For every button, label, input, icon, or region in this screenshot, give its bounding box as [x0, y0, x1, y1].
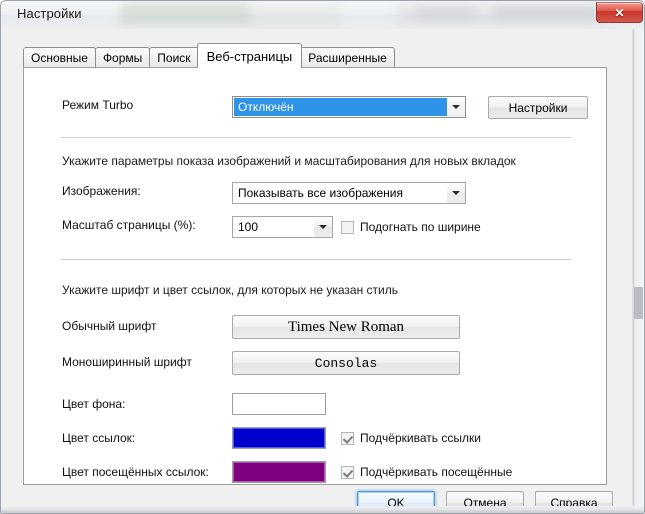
zoom-row: Масштаб страницы (%):	[62, 218, 196, 232]
tab-label: Формы	[102, 51, 143, 65]
turbo-mode-combobox[interactable]: Отключён	[232, 96, 466, 118]
window-title: Настройки	[17, 6, 82, 21]
close-button[interactable]: ✕	[596, 2, 643, 23]
window-bottom-edge	[1, 506, 644, 513]
background-color-swatch[interactable]	[232, 393, 326, 415]
visited-color-swatch[interactable]	[232, 461, 326, 483]
title-bar[interactable]: Настройки ✕	[1, 1, 644, 29]
close-icon: ✕	[614, 5, 625, 20]
separator-line-2	[61, 259, 571, 260]
normal-font-value: Times New Roman	[287, 318, 405, 335]
checkbox-check-icon	[341, 431, 354, 445]
tab-label: Веб-страницы	[206, 48, 293, 64]
turbo-mode-dropdown-button[interactable]	[447, 97, 465, 117]
turbo-settings-button[interactable]: Настройки	[488, 96, 588, 119]
title-bar-background	[1, 1, 644, 29]
checkbox-check-icon	[341, 465, 354, 479]
mono-font-value: Consolas	[314, 355, 378, 371]
mono-font-button[interactable]: Consolas	[232, 351, 460, 375]
tab-poisk[interactable]: Поиск	[149, 47, 199, 68]
link-color-label: Цвет ссылок:	[62, 431, 136, 445]
turbo-row: Режим Turbo	[62, 98, 254, 112]
page-zoom-value: 100	[238, 220, 259, 234]
turbo-settings-button-label: Настройки	[508, 100, 568, 115]
tab-osnovnye[interactable]: Основные	[23, 47, 96, 68]
link-color-swatch[interactable]	[232, 427, 326, 449]
mono-font-label: Моноширинный шрифт	[62, 355, 192, 369]
page-zoom-dropdown-button[interactable]	[314, 217, 332, 237]
chevron-down-icon	[452, 105, 460, 109]
normal-font-button[interactable]: Times New Roman	[232, 315, 460, 339]
visited-color-label: Цвет посещённых ссылок:	[62, 465, 209, 479]
tab-formy[interactable]: Формы	[94, 47, 151, 68]
fonts-section-note: Укажите шрифт и цвет ссылок, для которых…	[62, 283, 398, 297]
fit-to-width-checkbox[interactable]: Подогнать по ширине	[341, 220, 481, 234]
tab-label: Поиск	[157, 51, 191, 65]
images-value: Показывать все изображения	[238, 186, 403, 200]
normal-font-row: Обычный шрифт	[62, 319, 156, 333]
tab-label: Расширенные	[308, 51, 387, 65]
turbo-mode-value: Отключён	[234, 98, 447, 116]
mono-font-row: Моноширинный шрифт	[62, 355, 192, 369]
normal-font-label: Обычный шрифт	[62, 319, 157, 333]
dialog-body: Основные Формы Поиск Веб-страницы Расшир…	[1, 29, 644, 513]
background-color-label: Цвет фона:	[62, 397, 126, 411]
checkbox-box-icon	[341, 220, 354, 234]
tab-rasshirennye[interactable]: Расширенные	[300, 47, 395, 68]
images-section-note: Укажите параметры показа изображений и м…	[62, 154, 516, 168]
background-color-row: Цвет фона:	[62, 397, 125, 411]
page-zoom-combobox[interactable]: 100	[232, 216, 333, 238]
tab-panel-web-pages: Режим Turbo Отключён Настройки Укажите п…	[23, 67, 607, 485]
underline-visited-label: Подчёркивать посещённые	[360, 465, 513, 479]
tab-strip: Основные Формы Поиск Веб-страницы Расшир…	[23, 43, 395, 68]
fit-to-width-label: Подогнать по ширине	[360, 220, 481, 234]
separator-line-1	[61, 137, 571, 138]
window-right-edge	[628, 29, 644, 513]
underline-links-checkbox[interactable]: Подчёркивать ссылки	[341, 431, 481, 445]
chevron-down-icon	[452, 191, 460, 195]
settings-dialog-window: Настройки ✕ Основные Формы Поиск Веб-стр…	[0, 0, 645, 514]
tab-veb-stranicy[interactable]: Веб-страницы	[196, 43, 303, 68]
chevron-down-icon	[319, 225, 327, 229]
underline-visited-checkbox[interactable]: Подчёркивать посещённые	[341, 465, 512, 479]
images-row: Изображения:	[62, 184, 141, 198]
tab-label: Основные	[31, 51, 88, 65]
link-color-row: Цвет ссылок:	[62, 431, 135, 445]
images-dropdown-button[interactable]	[447, 183, 465, 203]
page-zoom-label: Масштаб страницы (%):	[62, 218, 196, 232]
visited-color-row: Цвет посещённых ссылок:	[62, 465, 209, 479]
turbo-label: Режим Turbo	[62, 98, 134, 112]
images-label: Изображения:	[62, 184, 141, 198]
underline-links-label: Подчёркивать ссылки	[360, 431, 481, 445]
images-combobox[interactable]: Показывать все изображения	[232, 182, 466, 204]
